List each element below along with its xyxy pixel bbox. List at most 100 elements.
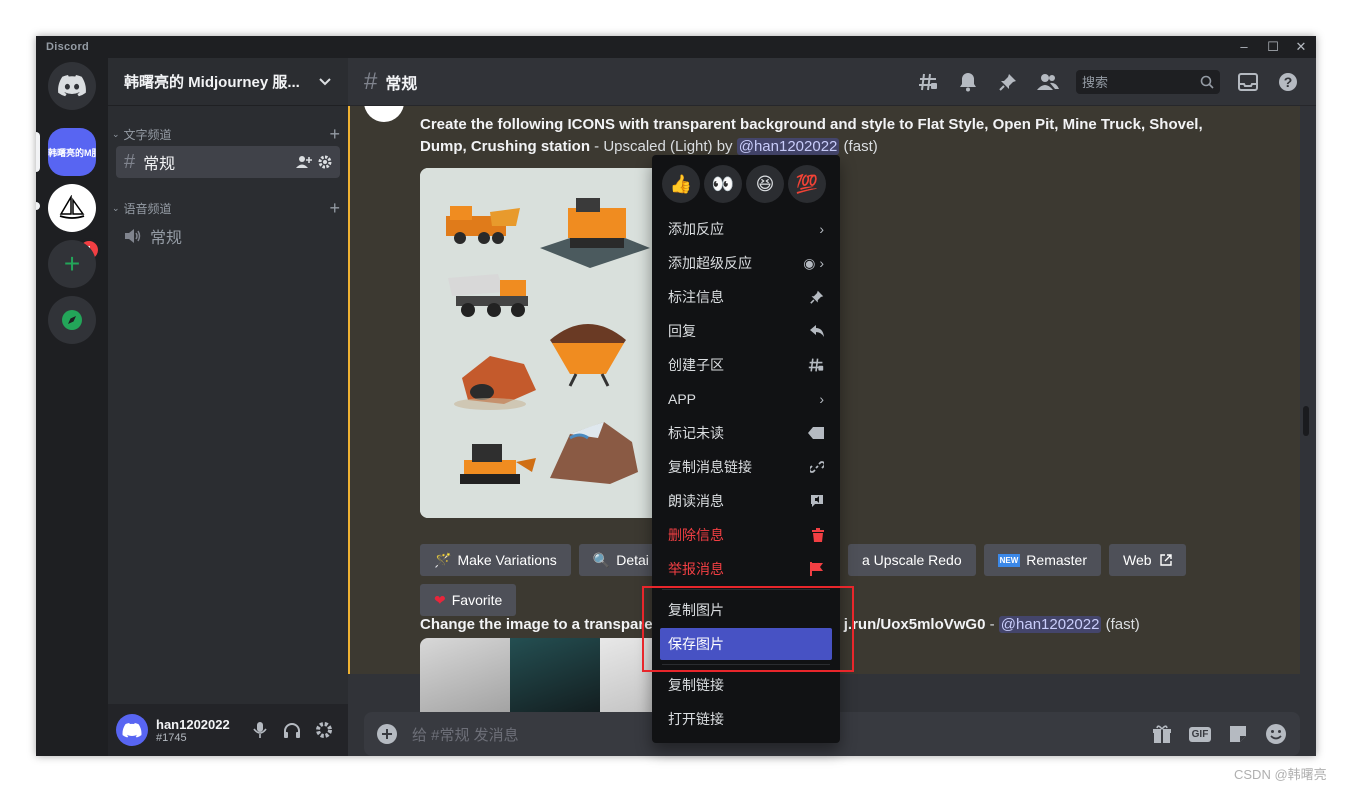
menu-open-link[interactable]: 打开链接 bbox=[660, 703, 832, 735]
inbox-button[interactable] bbox=[1236, 70, 1260, 94]
thread-icon bbox=[804, 357, 824, 373]
hash-icon: # bbox=[124, 150, 136, 173]
create-channel-icon[interactable]: + bbox=[329, 198, 340, 219]
menu-report-message[interactable]: 举报消息 bbox=[660, 553, 832, 585]
menu-add-reaction[interactable]: 添加反应 › bbox=[660, 213, 832, 245]
favorite-button[interactable]: ❤ Favorite bbox=[420, 584, 517, 616]
user-settings-button[interactable] bbox=[308, 714, 340, 746]
inbox-icon bbox=[1238, 72, 1258, 91]
action-buttons-row-1: 🪄 Make Variations 🔍 Detai bbox=[420, 544, 671, 576]
guild-header[interactable]: 韩曙亮的 Midjourney 服... bbox=[108, 58, 348, 106]
invite-icon[interactable] bbox=[296, 155, 312, 169]
server-han-midjourney[interactable]: 韩曙亮的M服务 bbox=[48, 128, 96, 176]
reaction-thumbs-up[interactable]: 👍 bbox=[662, 165, 700, 203]
server-list: 韩曙亮的M服务 1 + bbox=[36, 58, 108, 756]
user-mention[interactable]: @han1202022 bbox=[736, 138, 840, 155]
menu-delete-message[interactable]: 删除信息 bbox=[660, 519, 832, 551]
notification-button[interactable] bbox=[956, 70, 980, 94]
menu-copy-message-link[interactable]: 复制消息链接 bbox=[660, 451, 832, 483]
speak-icon bbox=[804, 494, 824, 508]
search-input[interactable]: 搜索 bbox=[1076, 69, 1220, 94]
user-tag: #1745 bbox=[156, 731, 187, 744]
upscale-redo-button[interactable]: a Upscale Redo bbox=[848, 544, 976, 576]
channel-label: 常规 bbox=[143, 156, 176, 173]
magic-wand-icon: 🪄 bbox=[434, 551, 452, 568]
guild-name: 韩曙亮的 Midjourney 服... bbox=[124, 74, 300, 91]
button-label: Make Variations bbox=[457, 552, 557, 568]
channel-general[interactable]: # 常规 bbox=[116, 146, 340, 178]
active-server-pill bbox=[36, 132, 40, 172]
menu-speak-message[interactable]: 朗读消息 bbox=[660, 485, 832, 517]
gif-button[interactable]: GIF bbox=[1188, 722, 1212, 746]
user-info[interactable]: han1202022 #1745 bbox=[156, 717, 244, 744]
emoji-button[interactable] bbox=[1264, 722, 1288, 746]
reaction-hundred[interactable]: 💯 bbox=[788, 165, 826, 203]
action-buttons-row-2: ❤ Favorite bbox=[420, 584, 524, 616]
category-text[interactable]: ⌄ 文字频道 + bbox=[112, 124, 340, 145]
menu-add-super-reaction[interactable]: 添加超级反应 ◉ › bbox=[660, 247, 832, 279]
menu-copy-link[interactable]: 复制链接 bbox=[660, 669, 832, 701]
create-channel-icon[interactable]: + bbox=[329, 124, 340, 145]
mute-button[interactable] bbox=[244, 714, 276, 746]
web-button[interactable]: Web bbox=[1108, 544, 1186, 576]
menu-mark-unread[interactable]: 标记未读 bbox=[660, 417, 832, 449]
help-button[interactable]: ? bbox=[1276, 70, 1300, 94]
flag-icon bbox=[804, 562, 824, 576]
quick-reactions: 👍 👀 😆 💯 bbox=[652, 155, 840, 209]
threads-button[interactable] bbox=[916, 70, 940, 94]
maximize-button[interactable]: ☐ bbox=[1263, 38, 1283, 56]
reaction-laughing[interactable]: 😆 bbox=[746, 165, 784, 203]
remaster-button[interactable]: NEW Remaster bbox=[983, 544, 1101, 576]
menu-apps[interactable]: APP › bbox=[660, 383, 832, 415]
menu-label: 复制链接 bbox=[668, 677, 724, 693]
speed-text: (fast) bbox=[839, 138, 878, 155]
chevron-small-icon: ⌄ bbox=[112, 129, 120, 139]
minimize-button[interactable]: – bbox=[1234, 38, 1254, 56]
sticker-button[interactable] bbox=[1226, 722, 1250, 746]
menu-pin-message[interactable]: 标注信息 bbox=[660, 281, 832, 313]
pin-icon bbox=[999, 73, 1016, 91]
voice-channel-general[interactable]: 常规 bbox=[116, 220, 340, 252]
hash-icon: # bbox=[364, 67, 378, 95]
pinned-button[interactable] bbox=[996, 70, 1020, 94]
discord-logo-icon bbox=[58, 75, 86, 97]
category-voice[interactable]: ⌄ 语音频道 + bbox=[112, 198, 340, 219]
menu-label: 删除信息 bbox=[668, 527, 724, 543]
portrait-2 bbox=[510, 638, 600, 712]
add-attachment-icon[interactable] bbox=[376, 723, 398, 745]
explore-button[interactable] bbox=[48, 296, 96, 344]
prompt-link[interactable]: j.run/Uox5mloVwG0 bbox=[844, 616, 986, 633]
channel-sidebar: 韩曙亮的 Midjourney 服... ⌄ 文字频道 + # 常规 ⌄ 语音频… bbox=[108, 58, 348, 756]
menu-label: 朗读消息 bbox=[668, 493, 724, 509]
add-server-button[interactable]: + bbox=[48, 240, 96, 288]
user-mention[interactable]: @han1202022 bbox=[998, 616, 1102, 633]
close-window-button[interactable]: ✕ bbox=[1291, 38, 1311, 56]
detail-button[interactable]: 🔍 Detai bbox=[578, 544, 663, 576]
watermark: CSDN @韩曙亮 bbox=[1234, 767, 1327, 782]
external-link-icon bbox=[1159, 554, 1172, 566]
channel-title: 常规 bbox=[385, 75, 418, 93]
reaction-eyes[interactable]: 👀 bbox=[704, 165, 742, 203]
settings-gear-icon[interactable] bbox=[318, 155, 332, 169]
channel-header: # 常规 搜索 ? bbox=[348, 58, 1316, 106]
server-midjourney[interactable] bbox=[48, 184, 96, 232]
member-list-button[interactable] bbox=[1036, 70, 1060, 94]
server-label: 韩曙亮的M服务 bbox=[48, 147, 96, 158]
headphones-icon bbox=[284, 723, 300, 738]
menu-label: 复制消息链接 bbox=[668, 459, 752, 475]
make-variations-button[interactable]: 🪄 Make Variations bbox=[420, 544, 571, 576]
button-label: a Upscale Redo bbox=[862, 552, 962, 568]
menu-reply[interactable]: 回复 bbox=[660, 315, 832, 347]
chevron-right-icon: › bbox=[819, 221, 824, 237]
category-label: 文字频道 bbox=[123, 128, 172, 142]
home-button[interactable] bbox=[48, 62, 96, 110]
heart-icon: ❤ bbox=[434, 591, 446, 608]
deafen-button[interactable] bbox=[276, 714, 308, 746]
user-avatar[interactable] bbox=[116, 714, 148, 746]
scrollbar-thumb[interactable] bbox=[1303, 406, 1309, 436]
menu-label: 添加反应 bbox=[668, 221, 724, 237]
gift-button[interactable] bbox=[1150, 722, 1174, 746]
menu-create-thread[interactable]: 创建子区 bbox=[660, 349, 832, 381]
new-badge-icon: NEW bbox=[997, 553, 1021, 567]
menu-label: 标注信息 bbox=[668, 289, 724, 305]
